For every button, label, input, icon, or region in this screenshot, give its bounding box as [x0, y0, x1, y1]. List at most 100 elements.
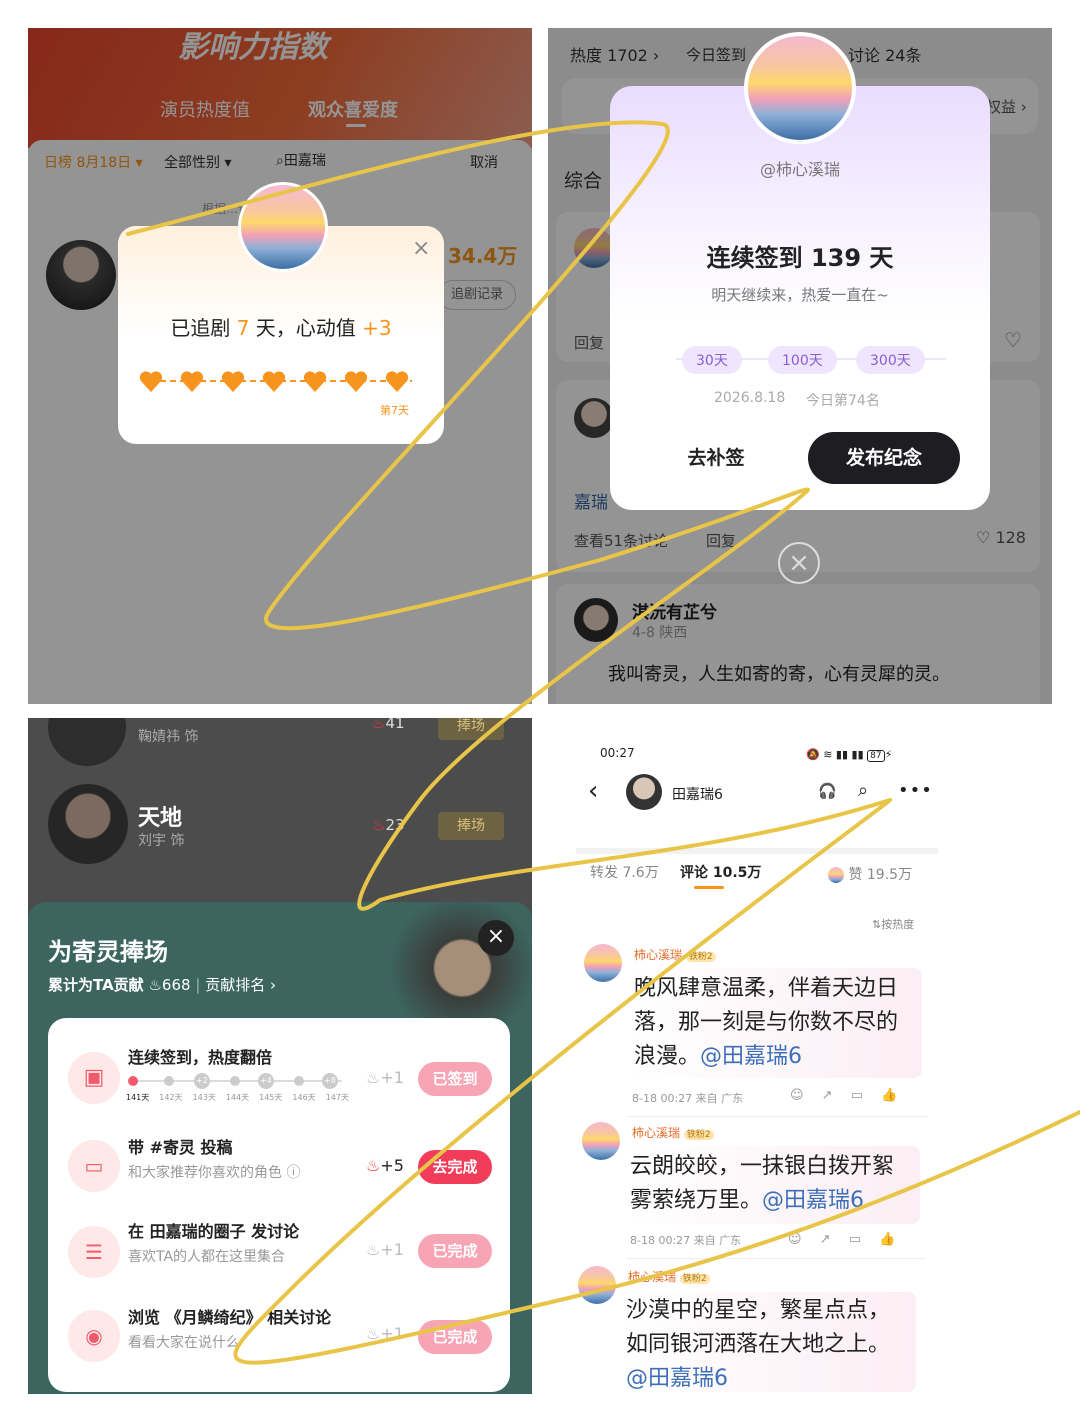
panel-support: 天地 鞠婧祎 饰 ♨41 捧场 天地 刘宇 饰 ♨23 捧场 为寄灵捧场 累计为…	[28, 718, 532, 1394]
close-button[interactable]: ×	[478, 920, 514, 956]
comment-user[interactable]: 柿心溪瑞 铁粉2	[632, 1124, 714, 1141]
close-icon[interactable]: ×	[412, 236, 430, 261]
task-title: 浏览 《月鳞绮纪》 相关讨论	[128, 1308, 332, 1327]
comment-avatar[interactable]	[584, 944, 622, 982]
modal-rank: 今日第74名	[806, 393, 880, 409]
modal-title: 连续签到 139 天	[706, 244, 894, 272]
completed-button[interactable]: 已完成	[418, 1234, 492, 1268]
comment-user[interactable]: 柿心溪瑞 铁粉2	[634, 946, 716, 963]
fan-badge: 铁粉2	[679, 1274, 710, 1284]
makeup-button[interactable]: 去补签	[640, 432, 792, 484]
search-icon[interactable]: ⌕	[858, 780, 868, 801]
calendar-icon: ▣	[68, 1052, 120, 1104]
divider	[628, 1116, 928, 1117]
modal-subtitle: 明天继续来，热爱一直在~	[711, 286, 889, 304]
heart-icon	[140, 371, 163, 392]
modal-avatar	[744, 32, 856, 144]
actor-sub: 鞠婧祎 饰	[138, 729, 199, 745]
actor-sub: 刘宇 饰	[138, 833, 185, 849]
comment-avatar[interactable]	[578, 1266, 616, 1304]
actor-score: ♨41	[372, 718, 405, 732]
tab-comments[interactable]: 评论 10.5万	[680, 862, 761, 882]
comment-text: 沙漠中的星空，繁星点点，如同银河洒落在大地之上。@田嘉瑞6	[626, 1298, 891, 1391]
support-button[interactable]: 捧场	[438, 718, 504, 740]
chat-icon: ☰	[68, 1226, 120, 1278]
task-title: 在 田嘉瑞的圈子 发讨论	[128, 1222, 300, 1241]
sheet-hero	[358, 902, 532, 1022]
checkin-modal: @柿心溪瑞 连续签到 139 天 明天继续来，热爱一直在~ 30天 100天 3…	[610, 86, 990, 510]
task-title: 带 #寄灵 投稿	[128, 1138, 233, 1157]
panel-weibo-comments: 00:27 🔕 ≋ ▮▮ ▮▮ 87 ⚡ ‹ 田嘉瑞6 🎧 ⌕ ••• 转发 7.…	[562, 736, 938, 1396]
battery: 87	[867, 750, 885, 762]
support-sheet: 为寄灵捧场 累计为TA贡献 ♨668 | 贡献排名 › × ▣ 连续签到，热度翻…	[28, 902, 532, 1394]
milestone-30: 30天	[682, 346, 742, 374]
fan-badge: 铁粉2	[685, 952, 716, 962]
task-card: ▣ 连续签到，热度翻倍 +2 +4 +8 141天 142天 143天 144天 145…	[48, 1018, 510, 1392]
rank-link[interactable]: 贡献排名	[205, 976, 265, 994]
actor-name: 天地	[138, 806, 183, 831]
fan-badge: 铁粉2	[683, 1130, 714, 1140]
task-sub: 和大家推荐你喜欢的角色 ⓘ	[128, 1165, 301, 1181]
task-title: 连续签到，热度翻倍	[128, 1048, 273, 1067]
heart-icon	[385, 371, 409, 392]
day-label: 第7天	[380, 404, 409, 417]
sheet-title: 为寄灵捧场	[48, 938, 168, 966]
status-time: 00:27	[600, 746, 635, 760]
milestone-300: 300天	[856, 346, 925, 374]
task-reward: ♨+1	[366, 1068, 404, 1087]
tab-underline	[694, 886, 724, 889]
task-reward: ♨+5	[366, 1156, 404, 1175]
listen-icon[interactable]: 🎧	[818, 782, 837, 800]
header-username[interactable]: 田嘉瑞6	[672, 784, 723, 804]
divider	[576, 848, 938, 854]
help-icon[interactable]: ⓘ	[286, 1165, 300, 1181]
comment-meta: 8-18 00:27 来自 广东	[630, 1234, 742, 1247]
actor-row-1: 天地 鞠婧祎 饰 ♨41 捧场	[28, 718, 532, 778]
tab-likes[interactable]: 赞 19.5万	[828, 864, 912, 884]
heart-row	[140, 370, 422, 394]
header-avatar[interactable]	[626, 774, 662, 810]
flame-icon: ♨	[148, 976, 162, 994]
eye-icon: ◉	[68, 1310, 120, 1362]
actor-row-2: 天地 刘宇 饰 ♨23 捧场	[28, 778, 532, 878]
avatar	[48, 784, 128, 864]
modal-date: 2026.8.18	[714, 390, 786, 406]
heart-icon	[303, 371, 327, 392]
comment-avatar[interactable]	[582, 1122, 620, 1160]
checked-in-button[interactable]: 已签到	[418, 1062, 492, 1096]
heart-icon	[221, 371, 245, 392]
actor-score: ♨23	[372, 816, 405, 834]
publish-button[interactable]: 发布纪念	[808, 432, 960, 484]
heart-icon	[344, 371, 368, 392]
contrib-summary: 累计为TA贡献 ♨668 | 贡献排名 ›	[48, 976, 276, 994]
back-icon[interactable]: ‹	[588, 776, 598, 806]
task-sub: 喜欢TA的人都在这里集合	[128, 1249, 286, 1265]
comment-meta: 8-18 00:27 来自 广东	[632, 1092, 744, 1105]
milestone-100: 100天	[768, 346, 837, 374]
support-button[interactable]: 捧场	[438, 812, 504, 840]
task-reward: ♨+1	[366, 1324, 404, 1343]
comment-actions[interactable]: ☺ ↗ ▭ 👍	[788, 1232, 895, 1247]
more-icon[interactable]: •••	[898, 780, 933, 801]
heart-icon	[180, 371, 204, 392]
comment-actions[interactable]: ☺ ↗ ▭ 👍	[790, 1088, 897, 1103]
completed-button[interactable]: 已完成	[418, 1320, 492, 1354]
status-icons: 🔕 ≋ ▮▮ ▮▮ 87 ⚡	[806, 748, 893, 762]
modal-username: @柿心溪瑞	[759, 160, 840, 179]
comment-text: 晚风肆意温柔，伴着天边日落，那一刻是与你数不尽的浪漫。@田嘉瑞6	[634, 976, 899, 1069]
streak-track: +2 +4 +8 141天 142天 143天 144天 145天 146天 147天	[126, 1073, 349, 1104]
comment-user[interactable]: 柿心溪瑞 铁粉2	[628, 1268, 710, 1285]
go-complete-button[interactable]: 去完成	[418, 1150, 492, 1184]
close-icon[interactable]: ×	[778, 542, 820, 584]
comment-text: 云朗皎皎，一抹银白拨开絮雾萦绕万里。@田嘉瑞6	[630, 1154, 895, 1213]
avatar	[48, 718, 126, 766]
heart-icons	[140, 371, 409, 392]
divider	[626, 1258, 926, 1259]
sort-button[interactable]: ⇅按热度	[872, 916, 914, 932]
heart-icon	[262, 371, 286, 392]
popup-avatar	[238, 182, 328, 272]
tab-repost[interactable]: 转发 7.6万	[590, 862, 659, 882]
task-sub: 看看大家在说什么	[128, 1335, 240, 1351]
video-icon: ▭	[68, 1140, 120, 1192]
popup-message: 已追剧 7 天，心动值 +3	[170, 316, 392, 340]
